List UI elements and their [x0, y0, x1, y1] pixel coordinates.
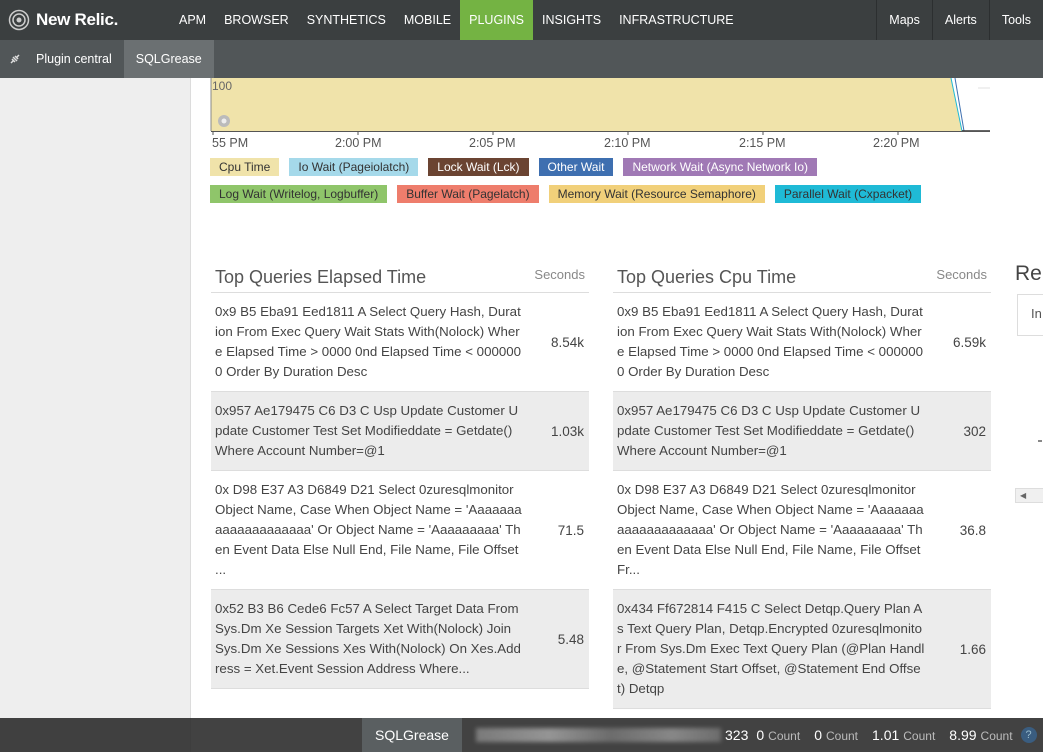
- panel-unit: Seconds: [534, 267, 585, 282]
- nav-browser[interactable]: BROWSER: [215, 0, 298, 40]
- query-row[interactable]: 0x D98 E37 A3 D6849 D21 Select 0zuresqlm…: [613, 471, 991, 590]
- query-value: 36.8: [959, 522, 986, 538]
- legend-item[interactable]: Lock Wait (Lck): [428, 158, 529, 176]
- new-relic-logo[interactable]: New Relic.: [0, 0, 170, 40]
- metric-value: 8.99: [949, 727, 977, 743]
- query-row[interactable]: 0x9 B5 Eba91 Eed1811 A Select Query Hash…: [211, 293, 589, 392]
- plug-icon: [10, 54, 20, 64]
- panel-title: Top Queries Cpu Time: [617, 267, 797, 287]
- legend-item[interactable]: Other Wait: [538, 158, 614, 176]
- scroll-left-button[interactable]: ◀: [1015, 488, 1043, 503]
- plugin-central-link[interactable]: Plugin central: [0, 40, 124, 78]
- metric-label: Count: [903, 729, 936, 743]
- query-row[interactable]: 0x957 Ae179475 C6 D3 C Usp Update Custom…: [211, 392, 589, 471]
- bottom-metric: 0 Count: [814, 727, 872, 743]
- legend-item[interactable]: Log Wait (Writelog, Logbuffer): [210, 185, 388, 203]
- query-value: 1.66: [959, 641, 986, 657]
- partial-panel-input[interactable]: In: [1017, 294, 1043, 336]
- legend-item[interactable]: Cpu Time: [210, 158, 280, 176]
- legend-row: Log Wait (Writelog, Logbuffer) Buffer Wai…: [210, 185, 990, 203]
- y-tick-100: 100: [212, 79, 232, 93]
- query-value: 1.03k: [550, 423, 584, 439]
- metric-label: Count: [980, 729, 1013, 743]
- sub-nav: Plugin central SQLGrease: [0, 40, 1043, 78]
- legend-item[interactable]: Buffer Wait (Pagelatch): [397, 185, 539, 203]
- bottom-metric: 0 Count: [756, 727, 814, 743]
- help-icon[interactable]: ?: [1020, 727, 1037, 743]
- query-text: 0x D98 E37 A3 D6849 D21 Select 0zuresqlm…: [617, 482, 924, 577]
- panel-header: Top Queries Cpu Time Seconds: [613, 262, 991, 293]
- panel-title: Top Queries Elapsed Time: [215, 267, 427, 287]
- panel-header: Top Queries Elapsed Time Seconds: [211, 262, 589, 293]
- bottom-metric: 8.99 Count: [949, 727, 1026, 743]
- panel-unit: Seconds: [936, 267, 987, 282]
- query-text: 0x52 B3 B6 Cede6 Fc57 A Select Target Da…: [215, 601, 521, 676]
- x-tick-label: 2:20 PM: [873, 136, 920, 150]
- query-row[interactable]: 0x9 B5 Eba91 Eed1811 A Select Query Hash…: [613, 293, 991, 392]
- query-text: 0x9 B5 Eba91 Eed1811 A Select Query Hash…: [215, 304, 522, 379]
- sqlgrease-tab[interactable]: SQLGrease: [123, 40, 214, 78]
- legend-item[interactable]: Io Wait (Pageiolatch): [289, 158, 419, 176]
- nav-infrastructure[interactable]: INFRASTRUCTURE: [610, 0, 743, 40]
- nav-apm[interactable]: APM: [170, 0, 215, 40]
- query-value: 8.54k: [550, 334, 584, 350]
- bottom-status-bar: SQLGrease 323 0 Count 0 Count 1.01 Count…: [0, 718, 1043, 752]
- metric-value: 1.01: [872, 727, 900, 743]
- nav-alerts[interactable]: Alerts: [931, 0, 989, 40]
- partial-panel-title: Re: [1015, 262, 1042, 285]
- nav-mobile[interactable]: MOBILE: [395, 0, 460, 40]
- metric-label: Count: [825, 729, 859, 743]
- nav-maps[interactable]: Maps: [876, 0, 932, 40]
- left-sidebar: [0, 78, 191, 752]
- nav-synthetics[interactable]: SYNTHETICS: [298, 0, 395, 40]
- x-tick-label: 2:10 PM: [604, 136, 651, 150]
- query-text: 0x D98 E37 A3 D6849 D21 Select 0zuresqlm…: [215, 482, 522, 577]
- top-queries-elapsed-panel: Top Queries Elapsed Time Seconds 0x9 B5 …: [211, 262, 589, 689]
- metric-label: Count: [768, 729, 801, 743]
- plugin-central-label: Plugin central: [36, 52, 112, 66]
- bottom-app-name[interactable]: SQLGrease: [362, 718, 462, 752]
- brand-name: New Relic.: [36, 10, 119, 29]
- query-text: 0x9 B5 Eba91 Eed1811 A Select Query Hash…: [617, 304, 924, 379]
- chart-canvas: 100 55 PM 2:00 PM 2:05 PM 2:10 PM 2:15 P…: [210, 78, 990, 150]
- chart-legend: Cpu Time Io Wait (Pageiolatch) Lock Wait (…: [210, 158, 990, 212]
- cpu-time-area: [211, 78, 951, 131]
- nav-tools[interactable]: Tools: [988, 0, 1043, 40]
- legend-item[interactable]: Parallel Wait (Cxpacket): [774, 185, 922, 203]
- partial-panel-mark: [1038, 440, 1042, 442]
- metric-value: 0: [756, 727, 765, 743]
- nav-plugins[interactable]: PLUGINS: [460, 0, 534, 40]
- query-row[interactable]: 0x957 Ae179475 C6 D3 C Usp Update Custom…: [613, 392, 991, 471]
- query-list: 0x9 B5 Eba91 Eed1811 A Select Query Hash…: [211, 293, 589, 689]
- x-tick-label: 55 PM: [212, 136, 248, 150]
- top-nav: New Relic. APM BROWSER SYNTHETICS MOBILE…: [0, 0, 1043, 40]
- query-value: 6.59k: [952, 334, 986, 350]
- query-text: 0x434 Ff672814 F415 C Select Detqp.Query…: [617, 601, 925, 696]
- query-row[interactable]: 0x52 B3 B6 Cede6 Fc57 A Select Target Da…: [211, 590, 589, 689]
- x-tick-label: 2:15 PM: [739, 136, 786, 150]
- bottom-metric: 1.01 Count: [872, 727, 949, 743]
- query-value: 5.48: [557, 631, 584, 647]
- metric-value: 323: [725, 727, 749, 743]
- x-tick-label: 2:05 PM: [469, 136, 516, 150]
- legend-item[interactable]: Network Wait (Async Network Io): [623, 158, 818, 176]
- new-relic-logo-icon: [8, 9, 30, 31]
- wait-stats-chart: 100 55 PM 2:00 PM 2:05 PM 2:10 PM 2:15 P…: [210, 78, 992, 154]
- query-value: 302: [963, 423, 986, 439]
- redacted-server-name: [476, 728, 721, 742]
- x-tick-label: 2:00 PM: [335, 136, 382, 150]
- legend-row: Cpu Time Io Wait (Pageiolatch) Lock Wait (…: [210, 158, 990, 176]
- chart-marker-center: [221, 118, 227, 124]
- query-list: 0x9 B5 Eba91 Eed1811 A Select Query Hash…: [613, 293, 991, 709]
- query-value: 71.5: [557, 522, 584, 538]
- metric-value: 0: [814, 727, 822, 743]
- top-queries-cpu-panel: Top Queries Cpu Time Seconds 0x9 B5 Eba9…: [613, 262, 991, 709]
- query-row[interactable]: 0x D98 E37 A3 D6849 D21 Select 0zuresqlm…: [211, 471, 589, 590]
- nav-insights[interactable]: INSIGHTS: [533, 0, 610, 40]
- query-row[interactable]: 0x434 Ff672814 F415 C Select Detqp.Query…: [613, 590, 991, 709]
- query-text: 0x957 Ae179475 C6 D3 C Usp Update Custom…: [215, 403, 519, 458]
- legend-item[interactable]: Memory Wait (Resource Semaphore): [548, 185, 765, 203]
- query-text: 0x957 Ae179475 C6 D3 C Usp Update Custom…: [617, 403, 921, 458]
